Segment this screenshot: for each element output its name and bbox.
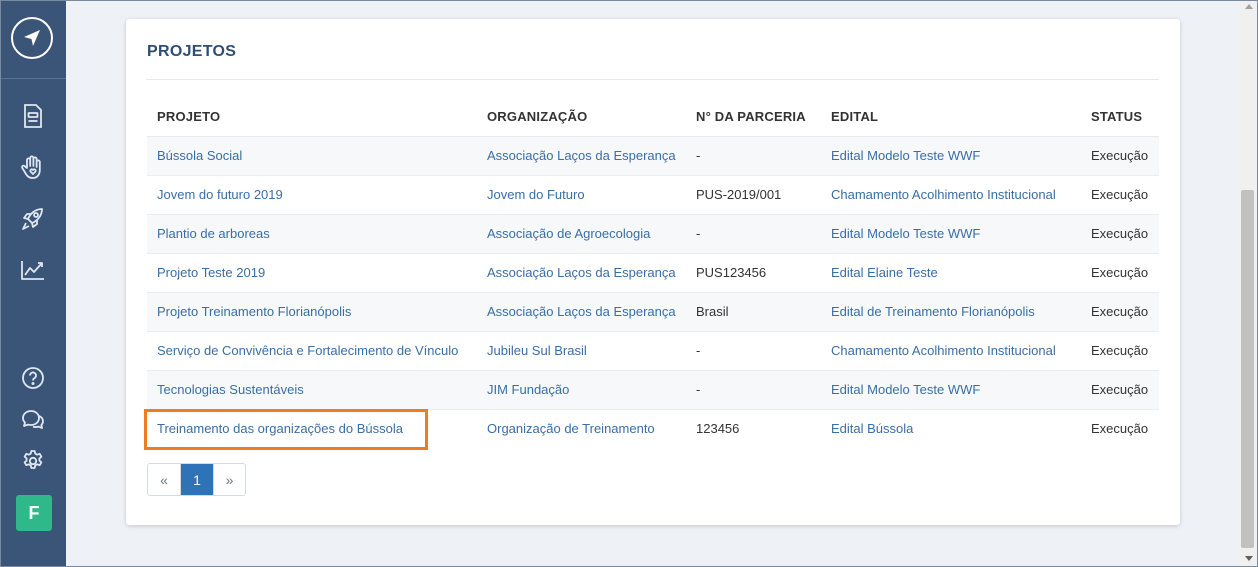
organization-link[interactable]: Associação Laços da Esperança bbox=[477, 292, 686, 332]
status-text: Execução bbox=[1081, 253, 1159, 293]
title-divider bbox=[146, 79, 1159, 80]
partnership-number: - bbox=[686, 370, 821, 410]
partnership-number: - bbox=[686, 331, 821, 371]
status-text: Execução bbox=[1081, 331, 1159, 371]
pagination-next-button[interactable]: » bbox=[213, 464, 245, 495]
organization-link[interactable]: Organização de Treinamento bbox=[477, 409, 686, 448]
column-header-status[interactable]: STATUS bbox=[1081, 97, 1159, 137]
scrollbar-thumb[interactable] bbox=[1241, 190, 1254, 548]
avatar[interactable]: F bbox=[16, 495, 52, 531]
table-row: Bússola Social Associação Laços da Esper… bbox=[147, 136, 1159, 176]
page-title: PROJETOS bbox=[147, 43, 237, 60]
document-icon[interactable] bbox=[19, 102, 47, 130]
project-name-link[interactable]: Projeto Teste 2019 bbox=[147, 253, 477, 293]
table-header-row: PROJETO ORGANIZAÇÃO N° DA PARCERIA EDITA… bbox=[147, 97, 1159, 137]
edital-link[interactable]: Edital Bússola bbox=[821, 409, 1081, 448]
column-header-parceria[interactable]: N° DA PARCERIA bbox=[686, 97, 821, 137]
hand-heart-icon[interactable] bbox=[19, 153, 47, 181]
partnership-number: Brasil bbox=[686, 292, 821, 332]
project-name-link[interactable]: Tecnologias Sustentáveis bbox=[147, 370, 477, 410]
table-row: Jovem do futuro 2019 Jovem do Futuro PUS… bbox=[147, 175, 1159, 215]
table-row: Treinamento das organizações do Bússola … bbox=[147, 409, 1159, 448]
edital-link[interactable]: Edital de Treinamento Florianópolis bbox=[821, 292, 1081, 332]
status-text: Execução bbox=[1081, 292, 1159, 332]
status-text: Execução bbox=[1081, 175, 1159, 215]
edital-link[interactable]: Edital Modelo Teste WWF bbox=[821, 136, 1081, 176]
sidebar: F bbox=[0, 0, 66, 567]
pagination: « 1 » bbox=[147, 463, 246, 496]
table-row: Projeto Teste 2019 Associação Laços da E… bbox=[147, 253, 1159, 293]
organization-link[interactable]: Associação de Agroecologia bbox=[477, 214, 686, 254]
column-header-edital[interactable]: EDITAL bbox=[821, 97, 1081, 137]
pagination-prev-button[interactable]: « bbox=[148, 464, 180, 495]
project-name-link[interactable]: Treinamento das organizações do Bússola bbox=[147, 409, 477, 448]
sidebar-divider bbox=[0, 78, 66, 79]
partnership-number: - bbox=[686, 136, 821, 176]
organization-link[interactable]: Associação Laços da Esperança bbox=[477, 253, 686, 293]
pagination-page-1[interactable]: 1 bbox=[180, 464, 213, 495]
organization-link[interactable]: Jubileu Sul Brasil bbox=[477, 331, 686, 371]
scroll-up-arrow-icon[interactable] bbox=[1245, 4, 1253, 9]
project-name-link[interactable]: Bússola Social bbox=[147, 136, 477, 176]
scroll-down-arrow-icon[interactable] bbox=[1245, 556, 1253, 561]
project-name-link[interactable]: Jovem do futuro 2019 bbox=[147, 175, 477, 215]
avatar-letter: F bbox=[28, 502, 40, 523]
status-text: Execução bbox=[1081, 409, 1159, 448]
edital-link[interactable]: Edital Modelo Teste WWF bbox=[821, 214, 1081, 254]
column-header-projeto[interactable]: PROJETO bbox=[147, 97, 477, 137]
projects-card: PROJETOS PROJETO ORGANIZAÇÃO N° DA PARCE… bbox=[126, 19, 1180, 525]
rocket-icon[interactable] bbox=[19, 205, 47, 233]
organization-link[interactable]: JIM Fundação bbox=[477, 370, 686, 410]
edital-link[interactable]: Chamamento Acolhimento Institucional bbox=[821, 175, 1081, 215]
status-text: Execução bbox=[1081, 370, 1159, 410]
chart-trend-icon[interactable] bbox=[19, 256, 47, 284]
table-row: Projeto Treinamento Florianópolis Associ… bbox=[147, 292, 1159, 332]
chat-icon[interactable] bbox=[19, 405, 47, 433]
project-name-link[interactable]: Projeto Treinamento Florianópolis bbox=[147, 292, 477, 332]
compass-logo-icon[interactable] bbox=[11, 17, 53, 59]
vertical-scrollbar[interactable] bbox=[1239, 0, 1258, 567]
table-row: Serviço de Convivência e Fortalecimento … bbox=[147, 331, 1159, 371]
help-icon[interactable] bbox=[19, 364, 47, 392]
status-text: Execução bbox=[1081, 214, 1159, 254]
projects-table: PROJETO ORGANIZAÇÃO N° DA PARCERIA EDITA… bbox=[147, 97, 1159, 448]
partnership-number: PUS123456 bbox=[686, 253, 821, 293]
project-name-link[interactable]: Serviço de Convivência e Fortalecimento … bbox=[147, 331, 477, 371]
table-row: Plantio de arboreas Associação de Agroec… bbox=[147, 214, 1159, 254]
project-name-link[interactable]: Plantio de arboreas bbox=[147, 214, 477, 254]
partnership-number: 123456 bbox=[686, 409, 821, 448]
gear-icon[interactable] bbox=[19, 447, 47, 475]
edital-link[interactable]: Edital Elaine Teste bbox=[821, 253, 1081, 293]
edital-link[interactable]: Chamamento Acolhimento Institucional bbox=[821, 331, 1081, 371]
edital-link[interactable]: Edital Modelo Teste WWF bbox=[821, 370, 1081, 410]
partnership-number: PUS-2019/001 bbox=[686, 175, 821, 215]
table-row: Tecnologias Sustentáveis JIM Fundação - … bbox=[147, 370, 1159, 410]
organization-link[interactable]: Associação Laços da Esperança bbox=[477, 136, 686, 176]
partnership-number: - bbox=[686, 214, 821, 254]
status-text: Execução bbox=[1081, 136, 1159, 176]
column-header-organizacao[interactable]: ORGANIZAÇÃO bbox=[477, 97, 686, 137]
organization-link[interactable]: Jovem do Futuro bbox=[477, 175, 686, 215]
